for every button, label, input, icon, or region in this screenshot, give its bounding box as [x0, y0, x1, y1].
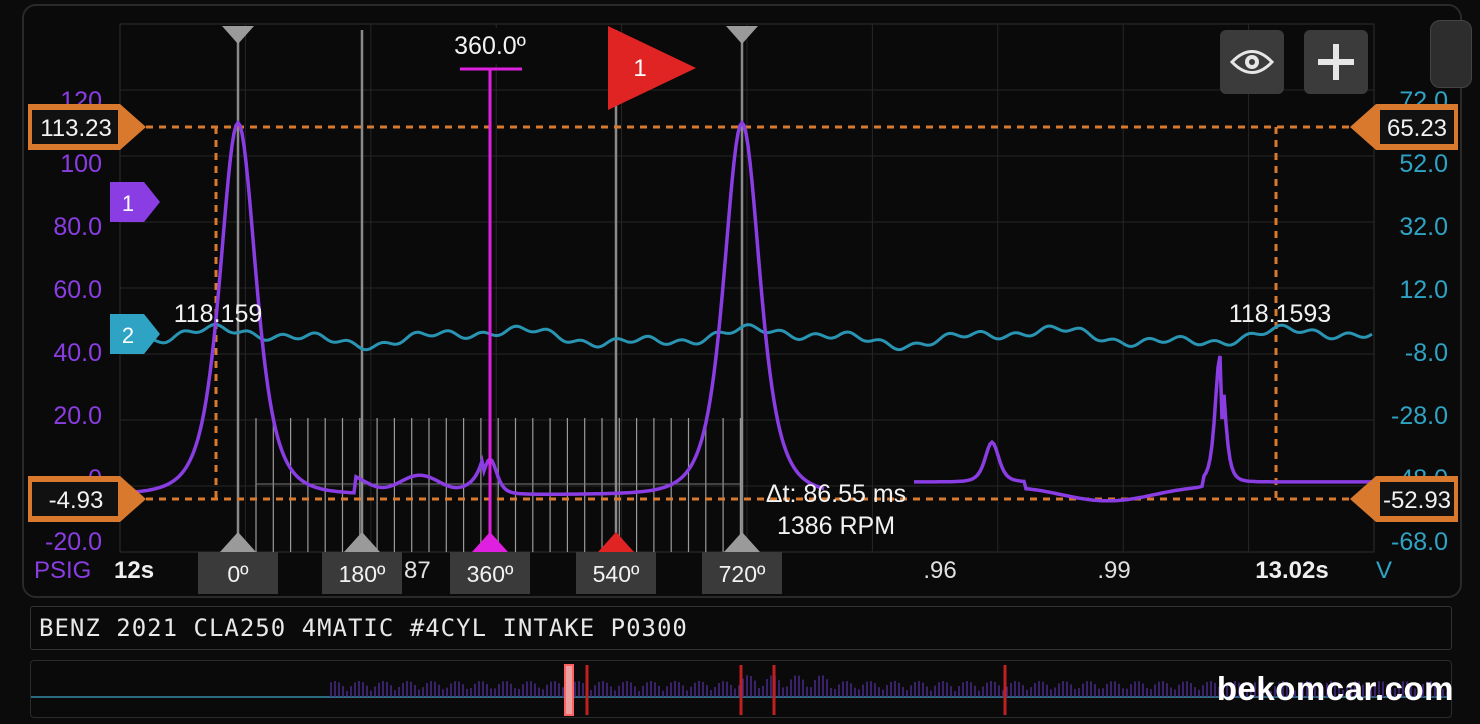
svg-text:0º: 0º — [227, 561, 249, 587]
waveform-title-bar: BENZ 2021 CLA250 4MATIC #4CYL INTAKE P03… — [30, 606, 1452, 650]
channel-1-number: 1 — [122, 191, 134, 216]
left-axis-tick: 40.0 — [53, 339, 102, 367]
right-axis-tick: 52.0 — [1399, 150, 1448, 178]
svg-text:720º: 720º — [719, 561, 766, 587]
upper-left-cursor-value: 113.23 — [40, 115, 112, 142]
add-button[interactable] — [1304, 30, 1368, 94]
scope-panel[interactable]: 12010080.060.040.020.00-20.0 72.052.032.… — [22, 4, 1462, 598]
channel-2-number: 2 — [122, 323, 134, 348]
lower-left-cursor-value: -4.93 — [49, 487, 104, 514]
time-end: 13.02s — [1255, 557, 1328, 584]
left-axis-unit: PSIG — [34, 557, 91, 584]
degree-cursor-label: 360.0º — [454, 32, 526, 60]
time-axis-tick: .87 — [397, 557, 430, 584]
lower-right-cursor-value: -52.93 — [1383, 487, 1451, 514]
scope-graph[interactable]: 12010080.060.040.020.00-20.0 72.052.032.… — [24, 6, 1460, 596]
delta-time-readout: Δt: 86.55 ms — [766, 480, 906, 508]
right-axis-unit: V — [1376, 557, 1392, 584]
right-axis-tick: 32.0 — [1399, 213, 1448, 241]
left-axis-tick: -20.0 — [45, 528, 102, 556]
left-value-readout: 118.159 — [174, 300, 263, 328]
right-axis-tick: -28.0 — [1391, 402, 1448, 430]
waveform-title: BENZ 2021 CLA250 4MATIC #4CYL INTAKE P03… — [39, 614, 688, 642]
right-axis-tick: 12.0 — [1399, 276, 1448, 304]
time-start: 12s — [114, 557, 154, 584]
left-axis-tick: 80.0 — [53, 213, 102, 241]
time-axis-tick: .99 — [1097, 557, 1130, 584]
time-axis-tick: .96 — [923, 557, 956, 584]
svg-text:540º: 540º — [593, 561, 640, 587]
right-value-readout: 118.1593 — [1229, 300, 1331, 328]
plus-icon — [1318, 44, 1354, 80]
upper-right-cursor-value: 65.23 — [1387, 115, 1447, 142]
left-axis-tick: 20.0 — [53, 402, 102, 430]
eye-icon — [1230, 50, 1274, 74]
svg-text:360º: 360º — [467, 561, 514, 587]
scroll-handle[interactable] — [1430, 20, 1472, 88]
overview-window[interactable] — [564, 664, 574, 716]
rpm-readout: 1386 RPM — [777, 512, 895, 540]
trigger-label: 1 — [633, 55, 646, 82]
right-axis-tick: -8.0 — [1405, 339, 1448, 367]
svg-text:180º: 180º — [339, 561, 386, 587]
left-axis-tick: 60.0 — [53, 276, 102, 304]
app-frame: 12010080.060.040.020.00-20.0 72.052.032.… — [0, 0, 1480, 724]
left-axis-tick: 100 — [60, 150, 102, 178]
right-axis-tick: -68.0 — [1391, 528, 1448, 556]
watermark: bekomcar.com — [1216, 670, 1454, 707]
visibility-button[interactable] — [1220, 30, 1284, 94]
